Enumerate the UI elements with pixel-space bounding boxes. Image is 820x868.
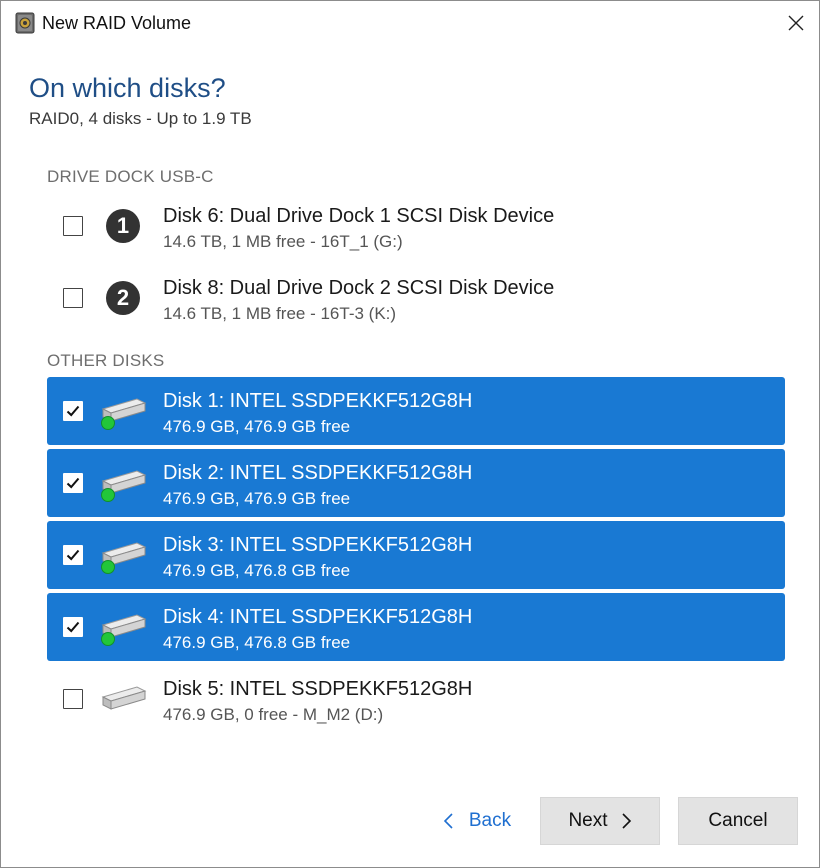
checkmark-icon [66,549,80,561]
status-dot-icon [101,416,115,430]
disk-name: Disk 1: INTEL SSDPEKKF512G8H [163,390,473,412]
disk-name: Disk 5: INTEL SSDPEKKF512G8H [163,678,473,700]
disk-checkbox[interactable] [63,545,83,565]
disk-row-8[interactable]: 2 Disk 8: Dual Drive Dock 2 SCSI Disk De… [47,264,785,332]
close-button[interactable] [773,1,819,45]
checkmark-icon [66,621,80,633]
status-dot-icon [101,488,115,502]
checkmark-icon [66,405,80,417]
checkmark-icon [66,477,80,489]
disk-name: Disk 4: INTEL SSDPEKKF512G8H [163,606,473,628]
disk-row-5[interactable]: Disk 5: INTEL SSDPEKKF512G8H 476.9 GB, 0… [47,665,785,733]
drive-icon [101,398,147,430]
disk-row-3[interactable]: Disk 3: INTEL SSDPEKKF512G8H 476.9 GB, 4… [47,521,785,589]
number-badge-icon: 1 [106,209,140,243]
group-label-drive-dock: DRIVE DOCK USB-C [47,167,214,186]
disk-name: Disk 2: INTEL SSDPEKKF512G8H [163,462,473,484]
disk-checkbox[interactable] [63,216,83,236]
disk-row-2[interactable]: Disk 2: INTEL SSDPEKKF512G8H 476.9 GB, 4… [47,449,785,517]
page-subtitle: RAID0, 4 disks - Up to 1.9 TB [29,109,252,128]
drive-icon [101,470,147,502]
drive-icon [101,614,147,646]
disk-info: 476.9 GB, 0 free - M_M2 (D:) [163,705,384,724]
window-title: New RAID Volume [42,13,192,33]
disk-checkbox[interactable] [63,288,83,308]
disk-checkbox[interactable] [63,689,83,709]
status-dot-icon [101,632,115,646]
disk-row-4[interactable]: Disk 4: INTEL SSDPEKKF512G8H 476.9 GB, 4… [47,593,785,661]
disk-info: 476.9 GB, 476.9 GB free [163,417,351,436]
disk-info: 476.9 GB, 476.9 GB free [163,489,351,508]
chevron-right-icon [621,813,631,829]
cancel-button[interactable]: Cancel [678,797,798,845]
drive-icon [101,686,147,710]
disk-checkbox[interactable] [63,401,83,421]
chevron-left-icon [443,813,453,829]
close-icon [788,15,804,31]
back-button-label: Back [468,810,512,831]
disk-checkbox[interactable] [63,617,83,637]
title-bar: New RAID Volume [1,1,819,45]
status-dot-icon [101,560,115,574]
next-button[interactable]: Next [540,797,660,845]
disk-name: Disk 8: Dual Drive Dock 2 SCSI Disk Devi… [163,277,555,299]
disk-info: 476.9 GB, 476.8 GB free [163,633,351,652]
drive-icon [101,542,147,574]
disk-row-6[interactable]: 1 Disk 6: Dual Drive Dock 1 SCSI Disk De… [47,192,785,260]
disk-checkbox[interactable] [63,473,83,493]
disk-info: 476.9 GB, 476.8 GB free [163,561,351,580]
cancel-button-label: Cancel [708,810,768,831]
next-button-label: Next [568,810,608,831]
disk-info: 14.6 TB, 1 MB free - 16T_1 (G:) [163,232,403,251]
number-badge-icon: 2 [106,281,140,315]
raid-wizard-window: New RAID Volume On which disks? RAID0, 4… [0,0,820,868]
disk-name: Disk 6: Dual Drive Dock 1 SCSI Disk Devi… [163,205,555,227]
page-title: On which disks? [29,73,226,103]
back-button[interactable]: Back [437,797,517,845]
disk-info: 14.6 TB, 1 MB free - 16T-3 (K:) [163,304,397,323]
group-label-other-disks: OTHER DISKS [47,351,165,370]
disk-name: Disk 3: INTEL SSDPEKKF512G8H [163,534,473,556]
app-icon [15,12,35,34]
disk-row-1[interactable]: Disk 1: INTEL SSDPEKKF512G8H 476.9 GB, 4… [47,377,785,445]
